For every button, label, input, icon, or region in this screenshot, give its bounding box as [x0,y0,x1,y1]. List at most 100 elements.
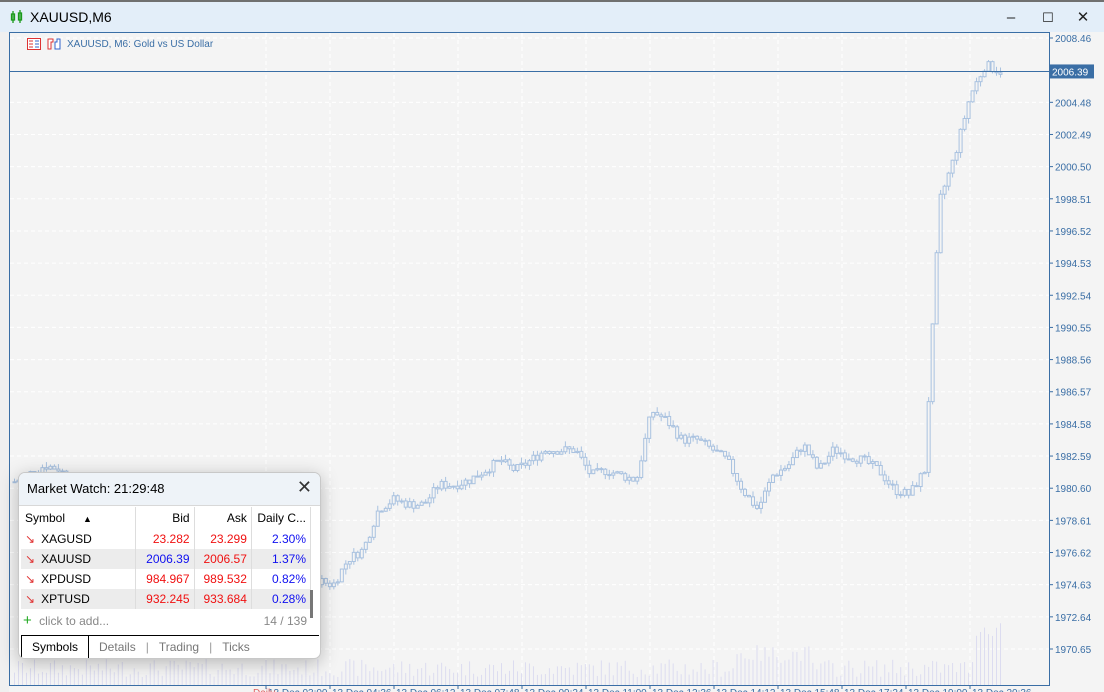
candle-body [431,487,436,499]
down-arrow-icon: ↘ [25,572,36,586]
candle-body [639,460,644,478]
candle-body [758,501,763,509]
candle-body [894,484,899,496]
candle-body [942,185,947,195]
candle-body [974,81,979,92]
candle-body [363,541,368,550]
candle-body [343,563,348,570]
candle-body [623,473,628,481]
candle-body [922,471,927,475]
tab-details[interactable]: Details [89,636,146,658]
candle-body [810,454,815,458]
column-symbol[interactable]: Symbol ▲ [21,507,137,529]
candle-body [375,510,380,527]
candle-body [463,479,468,486]
candle-body [778,469,783,476]
close-button[interactable]: ✕ [1068,6,1098,30]
candle-body [822,462,827,465]
column-daily-change[interactable]: Daily C... [251,507,312,529]
candle-body [834,446,839,454]
candle-body [595,468,600,471]
candle-body [958,128,963,154]
candle-body [762,490,767,503]
table-row[interactable]: ↘ XPTUSD 932.245 933.684 0.28% [21,589,312,609]
y-tick-label: 1970.65 [1055,645,1092,656]
candle-body [854,460,859,464]
candle-body [898,494,903,497]
candle-body [511,464,516,471]
candle-body [918,473,923,488]
candle-body [770,474,775,483]
x-tick-label: 13 Dec 19:00 [908,688,968,692]
maximize-button[interactable]: ☐ [1033,6,1063,30]
candle-body [707,440,712,447]
candle-body [439,480,444,490]
candle-body [751,496,756,506]
table-row[interactable]: ↘ XPDUSD 984.967 989.532 0.82% [21,569,312,589]
candle-body [862,455,867,458]
candle-body [798,449,803,452]
candle-body [591,469,596,475]
candle-body [587,464,592,475]
y-tick-label: 1994.53 [1055,259,1092,270]
candle-body [679,434,684,439]
candle-body [970,90,975,103]
down-arrow-icon: ↘ [25,552,36,566]
candle-body [379,510,384,513]
candle-body [930,323,935,403]
candle-body [531,454,536,462]
depth-of-market-icon[interactable] [47,38,61,50]
candle-body [826,455,831,464]
candle-body [675,426,680,439]
title-bar: XAUUSD,M6 – ☐ ✕ [0,0,1104,32]
y-tick-label: 2000.50 [1055,163,1092,174]
candle-body [926,401,931,473]
x-tick-label: 13 Dec 07:48 [460,688,520,692]
one-click-trading-icon[interactable] [27,38,41,50]
tab-trading[interactable]: Trading [149,636,209,658]
candle-body [723,450,728,457]
candle-body [631,476,636,482]
tab-symbols[interactable]: Symbols [21,636,90,658]
candlestick-chart-icon [10,10,23,23]
candle-body [451,485,456,488]
candle-body [858,455,863,464]
candle-body [559,451,564,455]
y-tick-label: 1988.56 [1055,356,1092,367]
candle-body [659,414,664,418]
minimize-button[interactable]: – [996,6,1026,30]
table-row[interactable]: ↘ XAUUSD 2006.39 2006.57 1.37% [21,549,312,569]
market-watch-panel[interactable]: Market Watch: 21:29:48 ✕ Symbol ▲ Bid Ask… [18,472,321,659]
market-watch-header[interactable]: Market Watch: 21:29:48 ✕ [19,473,320,506]
candle-body [327,582,332,588]
current-price-label: 2006.39 [1052,67,1089,78]
x-tick-label: 13 Dec 20:36 [972,688,1032,692]
candle-body [986,61,991,72]
tab-ticks[interactable]: Ticks [212,636,260,658]
market-watch-tabs: Symbols Details | Trading | Ticks [21,635,319,658]
symbols-table: Symbol ▲ Bid Ask Daily C... ↘ XAGUSD 23.282… [21,507,312,609]
candle-body [910,485,915,496]
candle-body [487,471,492,474]
candle-body [391,495,396,505]
x-tick-label: 13 Dec 03:00 [268,688,328,692]
candle-body [647,416,652,439]
candle-body [575,450,580,454]
add-symbol-row[interactable]: + click to add... 14 / 139 [23,612,307,632]
add-symbol-label[interactable]: click to add... [39,614,109,628]
y-tick-label: 1978.61 [1055,516,1092,527]
table-row[interactable]: ↘ XAGUSD 23.282 23.299 2.30% [21,529,312,549]
candle-body [727,455,732,460]
scrollbar[interactable] [310,590,313,618]
candle-body [938,193,943,254]
candle-body [563,446,568,453]
column-ask[interactable]: Ask [194,507,252,529]
column-bid[interactable]: Bid [135,507,195,529]
close-icon[interactable]: ✕ [297,477,312,498]
candle-body [934,252,939,325]
y-tick-label: 1998.51 [1055,195,1092,206]
table-header: Symbol ▲ Bid Ask Daily C... [21,507,312,529]
y-tick-label: 1980.60 [1055,484,1092,495]
candle-body [643,437,648,462]
candle-body [367,536,372,543]
